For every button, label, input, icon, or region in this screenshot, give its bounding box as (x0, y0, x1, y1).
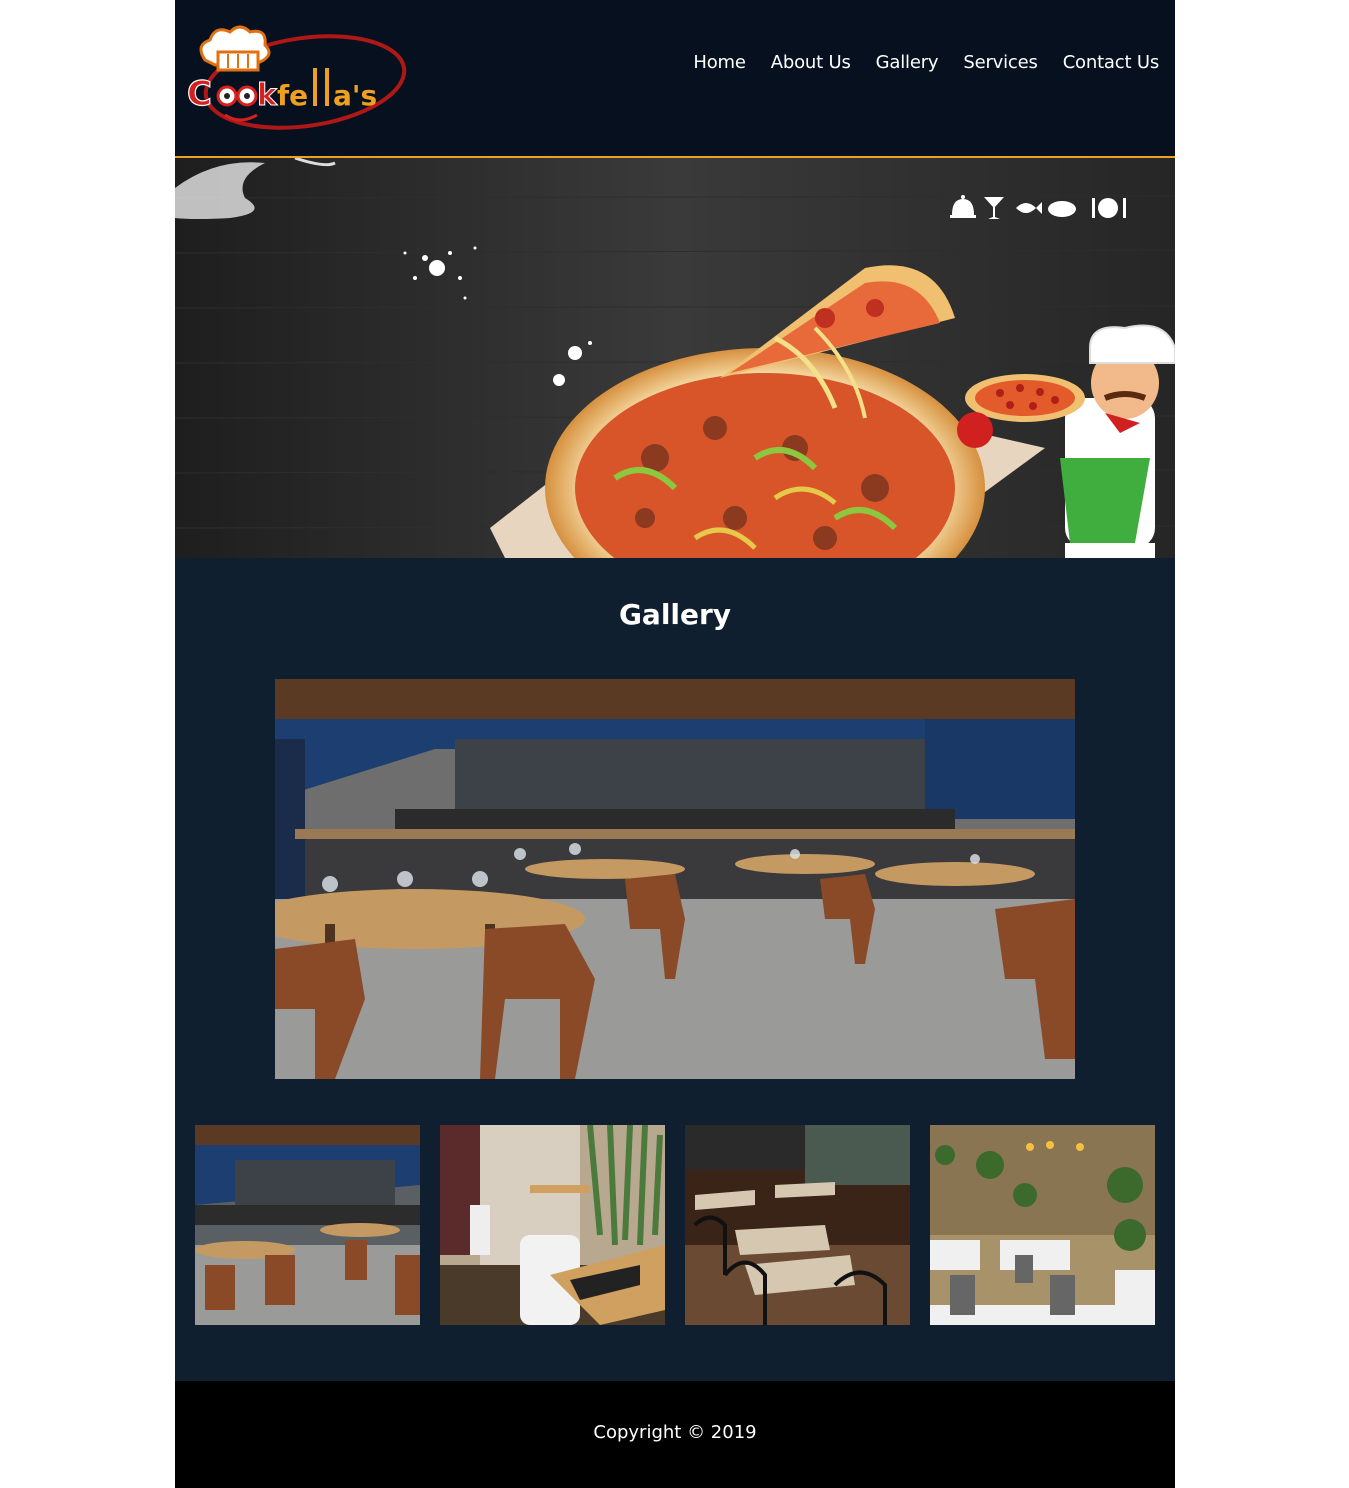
gallery-thumbnail-3[interactable] (685, 1125, 910, 1325)
nav-home[interactable]: Home (693, 50, 746, 76)
site-header: C k fe a's Home About Us Gallery Service… (175, 0, 1175, 158)
gallery-main-photo[interactable] (275, 679, 1075, 1079)
plate-cutlery-icon (1092, 198, 1126, 218)
gallery-thumbnail-2[interactable] (440, 1125, 665, 1325)
svg-text:fe: fe (277, 79, 308, 112)
svg-text:C: C (187, 74, 212, 114)
nav-services[interactable]: Services (963, 50, 1038, 76)
fish-icon (1016, 202, 1042, 214)
hero-icon-row (950, 195, 1126, 219)
svg-text:k: k (257, 78, 278, 113)
nav-contact-us[interactable]: Contact Us (1063, 50, 1160, 76)
gallery-thumbnail-4[interactable] (930, 1125, 1155, 1325)
svg-text:a's: a's (333, 79, 377, 112)
leaf-icon (1048, 201, 1076, 217)
nav-about-us[interactable]: About Us (771, 50, 851, 76)
cocktail-icon (984, 197, 1004, 219)
main-nav: Home About Us Gallery Services Contact U… (668, 50, 1159, 76)
gallery-title: Gallery (618, 598, 732, 631)
gallery-thumbnail-1[interactable] (195, 1125, 420, 1325)
cloche-icon (950, 195, 976, 218)
page: C k fe a's Home About Us Gallery Service… (175, 0, 1175, 1488)
brand-logo[interactable]: C k fe a's (185, 20, 410, 130)
copyright-text: Copyright © 2019 (593, 1422, 757, 1443)
nav-gallery[interactable]: Gallery (876, 50, 939, 76)
hero-banner (175, 158, 1175, 558)
